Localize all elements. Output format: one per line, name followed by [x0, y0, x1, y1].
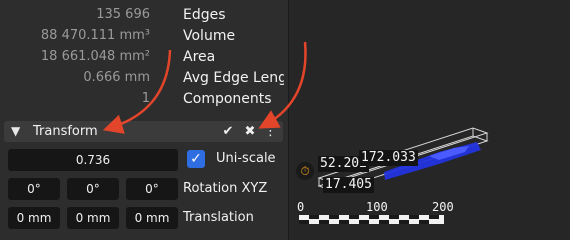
dimension-z-label: 17.405: [323, 177, 374, 193]
rotation-y-input[interactable]: 0°: [67, 178, 119, 200]
rotation-z-input[interactable]: 0°: [126, 178, 178, 200]
dimension-x-label: 172.033: [359, 150, 418, 166]
volume-label: Volume: [183, 28, 236, 44]
chevron-down-icon[interactable]: ▼: [11, 121, 20, 142]
components-label: Components: [183, 91, 272, 107]
transform-title: Transform: [33, 124, 98, 139]
rotation-x-input[interactable]: 0°: [8, 178, 60, 200]
uni-scale-label: Uni-scale: [216, 151, 276, 166]
uni-scale-checkbox[interactable]: ✓: [187, 150, 205, 168]
avg-edge-length-label: Avg Edge Length: [183, 70, 284, 86]
translation-x-input[interactable]: 0 mm: [8, 207, 60, 229]
stopwatch-icon[interactable]: ⏱: [296, 162, 314, 180]
cancel-x-icon[interactable]: ✖: [242, 121, 258, 142]
scale-tick-0: 0: [297, 200, 305, 214]
confirm-check-icon[interactable]: ✔: [220, 121, 236, 142]
rotation-label: Rotation XYZ: [183, 181, 268, 196]
edges-value: 135 696: [96, 7, 150, 22]
area-label: Area: [183, 49, 216, 65]
scale-tick-200: 200: [432, 200, 454, 214]
viewport-scene: [299, 127, 489, 224]
translation-label: Translation: [183, 210, 254, 225]
volume-value: 88 470.111 mm³: [40, 28, 150, 43]
components-value: 1: [141, 91, 150, 106]
scale-bar: [299, 215, 444, 224]
more-options-icon[interactable]: ⋮: [264, 121, 277, 142]
scale-input[interactable]: 0.736: [8, 149, 178, 171]
edges-label: Edges: [183, 7, 226, 23]
avg-edge-length-value: 0.666 mm: [83, 70, 150, 85]
translation-z-input[interactable]: 0 mm: [126, 207, 178, 229]
area-value: 18 661.048 mm²: [40, 49, 150, 64]
scale-tick-100: 100: [366, 200, 388, 214]
translation-y-input[interactable]: 0 mm: [67, 207, 119, 229]
